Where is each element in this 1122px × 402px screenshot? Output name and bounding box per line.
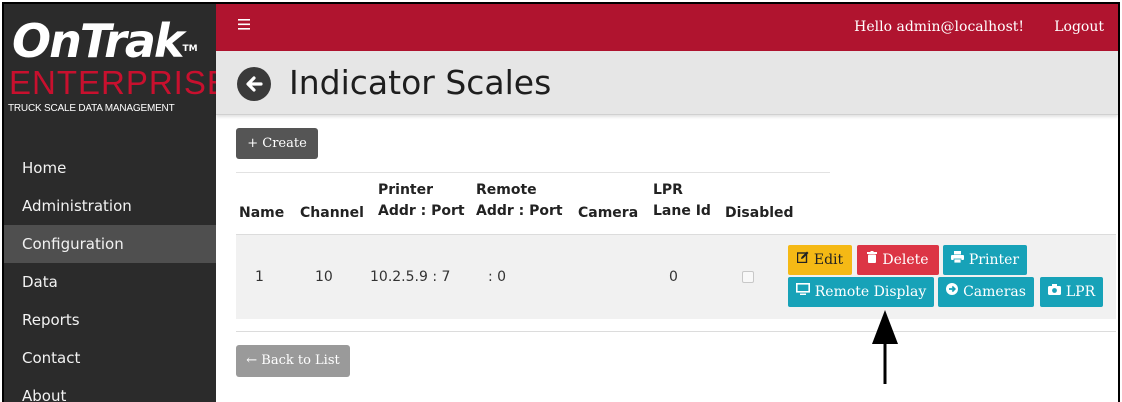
camera-icon (1047, 276, 1061, 306)
cell-remote-addr: : 0 (488, 269, 507, 285)
table-bottom-divider (236, 331, 1116, 332)
trash-icon (867, 244, 878, 274)
edit-icon (796, 244, 809, 274)
logout-link[interactable]: Logout (1054, 19, 1104, 35)
cameras-button[interactable]: Cameras (938, 277, 1034, 307)
top-bar: Hello admin@localhost! Logout (216, 4, 1118, 51)
printer-button[interactable]: Printer (943, 245, 1027, 275)
disabled-checkbox[interactable] (742, 271, 754, 283)
remote-display-button[interactable]: Remote Display (788, 277, 934, 307)
cell-printer-addr: 10.2.5.9 : 7 (370, 269, 451, 285)
logo-enterprise: ENTERPRISE (9, 64, 230, 101)
printer-icon (950, 244, 964, 274)
hamburger-icon[interactable] (238, 15, 250, 34)
sidebar-item-administration[interactable]: Administration (4, 187, 216, 225)
table-header-divider (236, 172, 830, 173)
back-arrow-icon[interactable] (237, 67, 271, 101)
sidebar-item-about[interactable]: About (4, 377, 216, 402)
monitor-icon (795, 276, 810, 306)
page-header: Indicator Scales (216, 51, 1118, 115)
arrow-circle-right-icon (946, 276, 959, 306)
user-greeting: Hello admin@localhost! (854, 19, 1024, 35)
column-header-remote: Remote Addr : Port (476, 182, 563, 219)
column-header-camera: Camera (578, 205, 639, 221)
sidebar: OnTrakTM ENTERPRISE TRUCK SCALE DATA MAN… (4, 4, 229, 402)
annotation-arrow-icon (872, 310, 898, 384)
app-window: OnTrakTM ENTERPRISE TRUCK SCALE DATA MAN… (2, 2, 1120, 402)
cell-lpr-lane: 0 (669, 269, 678, 285)
column-header-name: Name (239, 205, 285, 221)
edit-button[interactable]: Edit (788, 245, 852, 275)
column-header-disabled: Disabled (725, 205, 794, 221)
sidebar-item-data[interactable]: Data (4, 263, 216, 301)
logo: OnTrakTM (12, 14, 198, 68)
column-header-printer: Printer Addr : Port (378, 182, 465, 219)
column-header-channel: Channel (300, 205, 364, 221)
sidebar-item-reports[interactable]: Reports (4, 301, 216, 339)
sidebar-nav: Home Administration Configuration Data R… (4, 149, 216, 402)
back-to-list-button[interactable]: ← Back to List (236, 345, 350, 377)
sidebar-item-configuration[interactable]: Configuration (4, 225, 216, 263)
sidebar-item-contact[interactable]: Contact (4, 339, 216, 377)
logo-tagline: TRUCK SCALE DATA MANAGEMENT (8, 103, 175, 114)
create-button[interactable]: + Create (236, 128, 318, 159)
sidebar-item-home[interactable]: Home (4, 149, 216, 187)
cell-channel: 10 (315, 269, 333, 285)
lpr-button[interactable]: LPR (1040, 277, 1103, 307)
delete-button[interactable]: Delete (857, 245, 939, 275)
column-header-lpr: LPR Lane Id (653, 182, 711, 219)
page-title: Indicator Scales (289, 63, 552, 102)
cell-name: 1 (255, 269, 264, 285)
